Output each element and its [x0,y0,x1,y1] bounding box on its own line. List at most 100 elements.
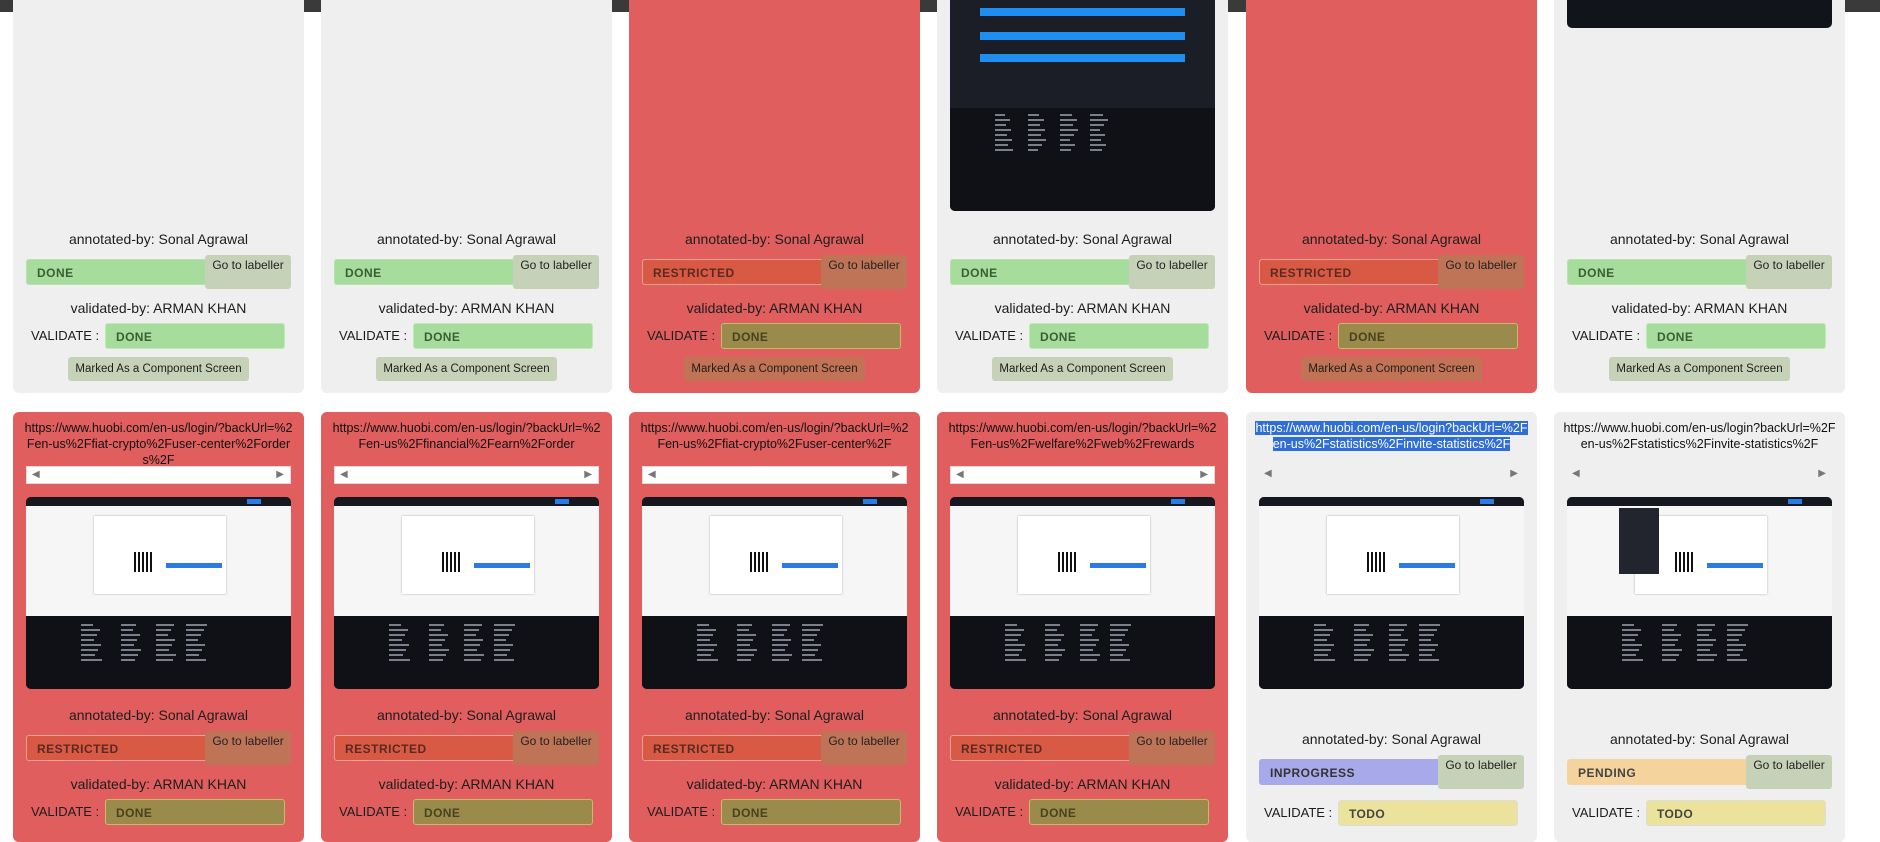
validate-status[interactable]: TODO [1338,800,1518,826]
screenshot-thumbnail[interactable] [950,497,1215,689]
validate-status[interactable]: DONE [1029,799,1209,825]
screenshot-dropdown-menu [1619,508,1659,574]
go-to-labeller-button[interactable]: Go to labeller [205,255,291,289]
go-to-labeller-button[interactable]: Go to labeller [821,731,907,765]
footer-link-line [389,659,410,661]
footer-link-line [737,654,754,656]
status-badge[interactable]: DONE [26,259,208,285]
go-to-labeller-button[interactable]: Go to labeller [1746,755,1832,789]
screen-url-text[interactable]: https://www.huobi.com/en-us/login/?backU… [333,421,601,451]
horizontal-scrollbar[interactable]: ◀ ▶ [642,466,907,484]
status-badge[interactable]: PENDING [1567,759,1749,785]
status-badge[interactable]: RESTRICTED [642,735,824,761]
go-to-labeller-button[interactable]: Go to labeller [513,255,599,289]
scroll-right-arrow-icon[interactable]: ▶ [1818,468,1826,479]
go-to-labeller-button[interactable]: Go to labeller [513,731,599,765]
component-screen-button[interactable]: Marked As a Component Screen [684,357,865,381]
footer-link-line [737,629,749,631]
footer-link-line [429,654,446,656]
component-screen-button[interactable]: Marked As a Component Screen [1609,357,1790,381]
horizontal-scrollbar[interactable]: ◀ ▶ [1567,466,1832,484]
component-screen-button[interactable]: Marked As a Component Screen [68,357,249,381]
validate-status[interactable]: DONE [721,799,901,825]
screenshot-thumbnail[interactable] [1259,497,1524,689]
go-to-labeller-button[interactable]: Go to labeller [1438,755,1524,789]
status-badge[interactable]: DONE [1567,259,1749,285]
screenshot-thumbnail[interactable] [1567,0,1832,28]
footer-link-line [1028,149,1038,151]
screen-url[interactable]: https://www.huobi.com/en-us/login/?backU… [637,420,912,452]
status-badge[interactable]: RESTRICTED [642,259,824,285]
scroll-left-arrow-icon[interactable]: ◀ [32,469,40,480]
footer-link-line [772,639,791,641]
status-badge[interactable]: INPROGRESS [1259,759,1441,785]
scroll-left-arrow-icon[interactable]: ◀ [956,469,964,480]
validate-status[interactable]: DONE [721,323,901,349]
screenshot-thumbnail[interactable] [642,497,907,689]
screenshot-thumbnail[interactable] [334,497,599,689]
go-to-labeller-button[interactable]: Go to labeller [205,731,291,765]
footer-link-line [1389,634,1401,636]
status-badge[interactable]: RESTRICTED [26,735,208,761]
screenshot-login-button [1707,563,1763,568]
screenshot-thumbnail[interactable] [950,0,1215,211]
scroll-left-arrow-icon[interactable]: ◀ [1264,468,1272,479]
screenshot-thumbnail[interactable] [1567,497,1832,689]
validate-status[interactable]: DONE [1029,323,1209,349]
horizontal-scrollbar[interactable]: ◀ ▶ [26,466,291,484]
scroll-right-arrow-icon[interactable]: ▶ [1510,468,1518,479]
screen-url[interactable]: https://www.huobi.com/en-us/login/?backU… [21,420,296,468]
validate-status[interactable]: DONE [1338,323,1518,349]
screenshot-thumbnail[interactable] [26,497,291,689]
go-to-labeller-button[interactable]: Go to labeller [1129,255,1215,289]
screen-url-text[interactable]: https://www.huobi.com/en-us/login/?backU… [641,421,909,451]
validate-status[interactable]: DONE [413,799,593,825]
footer-link-line [1697,644,1713,646]
scroll-right-arrow-icon[interactable]: ▶ [584,469,592,480]
screen-url-text[interactable]: https://www.huobi.com/en-us/login/?backU… [25,421,293,467]
screenshot-login-modal [402,516,534,594]
validate-status[interactable]: DONE [1646,323,1826,349]
status-badge[interactable]: RESTRICTED [334,735,516,761]
screen-url-text[interactable]: https://www.huobi.com/en-us/login?backUr… [1563,421,1835,451]
component-screen-button[interactable]: Marked As a Component Screen [1301,357,1482,381]
validate-status[interactable]: DONE [105,799,285,825]
screen-url-text[interactable]: https://www.huobi.com/en-us/login?backUr… [1255,421,1528,451]
footer-link-line [494,624,515,626]
validate-row: VALIDATE : DONE [321,323,612,349]
screen-url-text[interactable]: https://www.huobi.com/en-us/login/?backU… [949,421,1217,451]
footer-link-line [81,644,101,646]
footer-link-line [1110,654,1123,656]
scroll-left-arrow-icon[interactable]: ◀ [340,469,348,480]
validate-status[interactable]: DONE [413,323,593,349]
status-badge[interactable]: DONE [950,259,1132,285]
validate-label: VALIDATE : [31,328,100,343]
scroll-right-arrow-icon[interactable]: ▶ [892,469,900,480]
status-badge[interactable]: RESTRICTED [1259,259,1441,285]
scroll-right-arrow-icon[interactable]: ▶ [1200,469,1208,480]
screen-url[interactable]: https://www.huobi.com/en-us/login/?backU… [329,420,604,452]
screen-url[interactable]: https://www.huobi.com/en-us/login?backUr… [1254,420,1529,452]
screen-url[interactable]: https://www.huobi.com/en-us/login?backUr… [1562,420,1837,452]
horizontal-scrollbar[interactable]: ◀ ▶ [950,466,1215,484]
go-to-labeller-button[interactable]: Go to labeller [821,255,907,289]
qr-code-icon [1058,552,1078,572]
screenshot-footer [334,616,599,689]
go-to-labeller-button[interactable]: Go to labeller [1746,255,1832,289]
scroll-left-arrow-icon[interactable]: ◀ [1572,468,1580,479]
component-screen-button[interactable]: Marked As a Component Screen [992,357,1173,381]
status-badge[interactable]: DONE [334,259,516,285]
footer-link-line [1090,149,1102,151]
screen-grid: annotated-by: Sonal Agrawal DONE Go to lab… [0,0,1880,842]
horizontal-scrollbar[interactable]: ◀ ▶ [334,466,599,484]
scroll-right-arrow-icon[interactable]: ▶ [276,469,284,480]
go-to-labeller-button[interactable]: Go to labeller [1438,255,1524,289]
validate-status[interactable]: DONE [105,323,285,349]
go-to-labeller-button[interactable]: Go to labeller [1129,731,1215,765]
scroll-left-arrow-icon[interactable]: ◀ [648,469,656,480]
status-badge[interactable]: RESTRICTED [950,735,1132,761]
screen-url[interactable]: https://www.huobi.com/en-us/login/?backU… [945,420,1220,452]
component-screen-button[interactable]: Marked As a Component Screen [376,357,557,381]
horizontal-scrollbar[interactable]: ◀ ▶ [1259,466,1524,484]
validate-status[interactable]: TODO [1646,800,1826,826]
